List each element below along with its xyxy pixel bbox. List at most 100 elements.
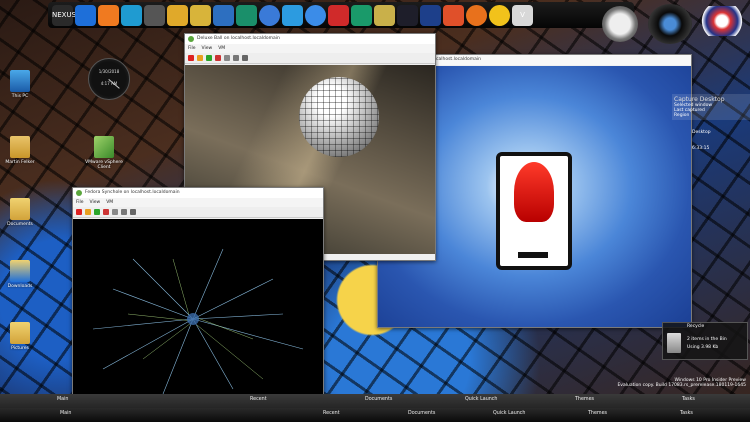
this-pc-icon [10,70,30,92]
analog-clock-gadget [602,6,638,42]
play-icon[interactable] [206,55,212,61]
capture-line-3: Region [674,113,690,118]
pause-icon[interactable] [85,209,91,215]
tab-documents[interactable]: Documents [365,397,392,402]
clock-time: 4:17 AM [100,81,118,86]
gamepad-icon[interactable] [190,4,211,26]
capture-desktop-widget[interactable]: Capture Desktop Selected window Last cap… [672,94,750,120]
webcam-gadget [648,4,692,44]
reset-icon[interactable] [215,55,221,61]
menu-file[interactable]: File [76,198,84,207]
revert-icon[interactable] [121,209,127,215]
recycle-line-2: Using 3.98 Kb [687,345,719,350]
tab-recent-2[interactable]: Recent [323,411,340,416]
play-icon[interactable] [94,209,100,215]
menu-view[interactable]: View [90,198,101,207]
recycle-title: Recycle [687,324,705,329]
search-icon[interactable] [98,4,119,26]
disco-ball-icon [299,77,379,157]
menu-bar: File View VM [73,198,323,207]
timer-label: 6:33:15 [692,146,710,151]
nexus-logo-icon[interactable]: NEXUS [52,4,76,26]
user-folder-icon [10,136,30,158]
vm-screen-fedora[interactable] [73,219,323,410]
fullscreen-icon[interactable] [130,209,136,215]
menu-vm[interactable]: VM [106,198,113,207]
capture-title: Capture Desktop [674,96,725,103]
desktop-icon-this-pc[interactable]: This PC [0,70,40,99]
vivaldi-icon[interactable]: V [512,4,533,26]
windows-flag-icon[interactable] [75,4,96,26]
menu-bar: File View VM [185,44,435,53]
menu-file[interactable]: File [188,44,196,53]
clock-date: 1/30/2018 [98,69,120,74]
folder-icon[interactable] [167,4,188,26]
recycle-line-1: 2 items in the Bin [687,337,727,342]
triangle-app-icon[interactable] [282,4,303,26]
stop-icon[interactable] [188,55,194,61]
fullscreen-icon[interactable] [242,55,248,61]
tab-main-2[interactable]: Main [60,411,71,416]
tab-tasks-2[interactable]: Tasks [680,411,693,416]
vm-app-icon [76,190,82,196]
globe-icon[interactable] [305,4,326,26]
grid-app-icon[interactable] [328,4,349,26]
fire-logo-icon [496,152,572,270]
toolbar [185,53,435,64]
tab-themes[interactable]: Themes [575,397,594,402]
clock-gadget: 1/30/2018 4:17 AM [88,58,130,100]
photo-viewer-icon[interactable] [374,4,395,26]
chrome-icon[interactable] [489,4,510,26]
desktop-icon-user[interactable]: Martin Felker [0,136,40,165]
desktop-icon-pictures[interactable]: Pictures [0,322,40,351]
desktop-icon-downloads[interactable]: Downloads [0,260,40,289]
settings-wheel-icon[interactable] [259,4,280,26]
nexus-n-icon[interactable] [121,4,142,26]
menu-view[interactable]: View [202,44,213,53]
window-title: Deluxe Ball on localhost.localdomain [185,34,435,44]
pause-icon[interactable] [197,55,203,61]
desktop-icon-documents[interactable]: Documents [0,198,40,227]
particle-graphic [92,248,304,395]
pictures-icon [10,322,30,344]
menu-vm[interactable]: VM [218,44,225,53]
gear-icon[interactable] [144,4,165,26]
tab-documents-2[interactable]: Documents [408,411,435,416]
reset-icon[interactable] [103,209,109,215]
u-app-icon[interactable] [236,4,257,26]
snapshot-icon[interactable] [112,209,118,215]
terminal-icon[interactable] [397,4,418,26]
tab-quick-launch[interactable]: Quick Launch [465,397,497,402]
recycle-bin-widget[interactable]: Recycle 2 items in the Bin Using 3.98 Kb [662,322,748,360]
documents-icon [10,198,30,220]
vm-window-fedora[interactable]: Fedora Synchole on localhost.localdomain… [72,187,324,411]
desktop-label: Desktop [692,130,711,135]
vm-app-icon [188,36,194,42]
firefox-icon[interactable] [466,4,487,26]
desktop: NEXUS V This PC Martin Felker Documents D… [0,0,750,422]
recycle-bin-icon [667,333,681,353]
taskbar-bottom-tabs: Main Recent Documents Quick Launch Theme… [0,408,750,422]
tab-themes-2[interactable]: Themes [588,411,607,416]
desktop-icon-vmware[interactable]: VMware vSphere Client [84,136,124,170]
vmware-icon [94,136,114,158]
top-dock: NEXUS V [48,2,634,28]
tab-main[interactable]: Main [57,397,68,402]
windows-watermark: Windows 10 Pro Insider Preview Evaluatio… [617,378,746,388]
taskbar-top-tabs: Main Recent Documents Quick Launch Theme… [0,395,750,403]
revert-icon[interactable] [233,55,239,61]
mandala-icon [698,6,746,36]
window-title: Fedora Synchole on localhost.localdomain [73,188,323,198]
downloads-icon [10,260,30,282]
tab-recent[interactable]: Recent [250,397,267,402]
download-icon[interactable] [213,4,234,26]
toolbar [73,207,323,218]
snapshot-icon[interactable] [224,55,230,61]
taskbar: Main Recent Documents Quick Launch Theme… [0,394,750,422]
tab-quick-launch-2[interactable]: Quick Launch [493,411,525,416]
spiral-icon[interactable] [443,4,464,26]
tab-tasks[interactable]: Tasks [682,397,695,402]
stop-icon[interactable] [76,209,82,215]
powershell-icon[interactable] [420,4,441,26]
u-app-2-icon[interactable] [351,4,372,26]
